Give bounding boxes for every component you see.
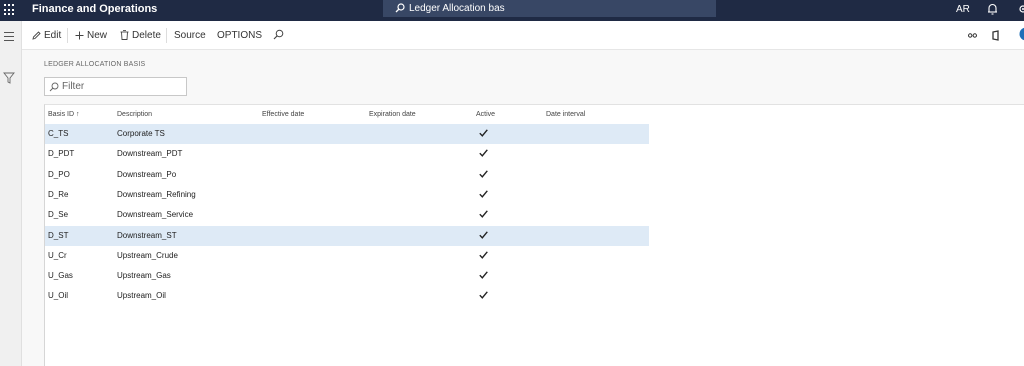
refresh-icon[interactable] — [1017, 26, 1024, 42]
delete-button[interactable]: Delete — [120, 30, 161, 42]
active-checkmark-icon[interactable] — [479, 190, 488, 198]
action-separator — [166, 28, 167, 43]
table-row[interactable]: U_Oil Upstream_Oil — [45, 286, 649, 306]
basis-id-cell[interactable]: D_PDT — [48, 149, 74, 159]
search-icon — [49, 82, 59, 92]
basis-id-cell[interactable]: D_Se — [48, 210, 68, 220]
left-navigation-rail — [0, 21, 22, 366]
description-cell[interactable]: Upstream_Oil — [117, 291, 166, 301]
active-checkmark-icon[interactable] — [479, 129, 488, 137]
page-title: LEDGER ALLOCATION BASIS — [44, 61, 146, 68]
table-row[interactable]: D_Re Downstream_Refining — [45, 185, 649, 205]
user-avatar[interactable]: AR — [956, 4, 970, 16]
table-row[interactable]: D_PDT Downstream_PDT — [45, 144, 649, 164]
description-cell[interactable]: Upstream_Gas — [117, 271, 171, 281]
options-tab[interactable]: OPTIONS — [217, 30, 262, 42]
filter-placeholder: Filter — [62, 81, 85, 92]
top-navigation-bar: Finance and Operations Ledger Allocation… — [0, 0, 1024, 21]
filter-pane-icon[interactable] — [3, 72, 15, 84]
basis-id-cell[interactable]: C_TS — [48, 129, 68, 139]
description-cell[interactable]: Downstream_ST — [117, 231, 177, 241]
description-cell[interactable]: Downstream_Refining — [117, 190, 196, 200]
allocation-basis-grid: Basis ID ↑ Description Effective date Ex… — [44, 104, 1024, 366]
description-cell[interactable]: Downstream_PDT — [117, 149, 182, 159]
active-checkmark-icon[interactable] — [479, 230, 488, 239]
description-cell[interactable]: Corporate TS — [117, 129, 165, 139]
table-row[interactable]: D_PO Downstream_Po — [45, 165, 649, 185]
description-cell[interactable]: Upstream_Crude — [117, 251, 178, 261]
link-icon[interactable] — [968, 32, 977, 39]
new-button[interactable]: New — [75, 30, 107, 42]
search-text[interactable]: Ledger Allocation bas — [409, 2, 505, 15]
app-title[interactable]: Finance and Operations — [32, 2, 157, 17]
settings-gear-icon[interactable] — [1018, 3, 1024, 15]
filter-input[interactable]: Filter — [44, 77, 187, 96]
active-checkmark-icon[interactable] — [479, 291, 488, 300]
basis-id-cell[interactable]: U_Gas — [48, 271, 73, 281]
basis-id-cell[interactable]: U_Oil — [48, 291, 68, 301]
source-button[interactable]: Source — [174, 30, 206, 42]
active-checkmark-icon[interactable] — [479, 251, 488, 259]
search-actions-icon[interactable] — [273, 29, 284, 40]
active-checkmark-icon[interactable] — [479, 149, 488, 158]
active-checkmark-icon[interactable] — [479, 169, 488, 178]
basis-id-cell[interactable]: D_Re — [48, 190, 68, 200]
table-row[interactable]: U_Cr Upstream_Crude — [45, 246, 649, 266]
basis-id-cell[interactable]: D_PO — [48, 170, 70, 180]
basis-id-cell[interactable]: D_ST — [48, 231, 68, 241]
column-header-date-interval[interactable]: Date interval — [546, 110, 585, 119]
active-checkmark-icon[interactable] — [479, 210, 488, 219]
column-header-active[interactable]: Active — [476, 110, 495, 119]
column-header-description[interactable]: Description — [117, 110, 152, 119]
office-icon[interactable] — [992, 30, 1000, 41]
description-cell[interactable]: Downstream_Service — [117, 210, 193, 220]
active-checkmark-icon[interactable] — [479, 271, 488, 279]
action-pane: Edit New Delete Source OPTIONS — [22, 21, 1024, 50]
description-cell[interactable]: Downstream_Po — [117, 170, 176, 180]
notification-bell-icon[interactable] — [987, 3, 998, 15]
table-row[interactable]: D_Se Downstream_Service — [45, 205, 649, 225]
search-icon — [395, 3, 405, 13]
table-row[interactable]: C_TS Corporate TS — [45, 124, 649, 144]
app-launcher-icon[interactable] — [4, 4, 16, 16]
hamburger-menu-icon[interactable] — [4, 32, 14, 41]
column-header-effective-date[interactable]: Effective date — [262, 110, 304, 119]
basis-id-cell[interactable]: U_Cr — [48, 251, 67, 261]
edit-button[interactable]: Edit — [32, 30, 61, 42]
pencil-icon — [32, 31, 41, 40]
action-separator — [67, 28, 68, 43]
global-search-box[interactable]: Ledger Allocation bas — [383, 0, 716, 17]
table-row[interactable]: U_Gas Upstream_Gas — [45, 266, 649, 286]
trash-icon — [120, 30, 129, 40]
column-header-expiration-date[interactable]: Expiration date — [369, 110, 416, 119]
table-row[interactable]: D_ST Downstream_ST — [45, 225, 649, 246]
grid-header: Basis ID ↑ Description Effective date Ex… — [45, 105, 1024, 123]
column-header-basis-id[interactable]: Basis ID ↑ — [48, 110, 80, 119]
plus-icon — [75, 31, 84, 40]
